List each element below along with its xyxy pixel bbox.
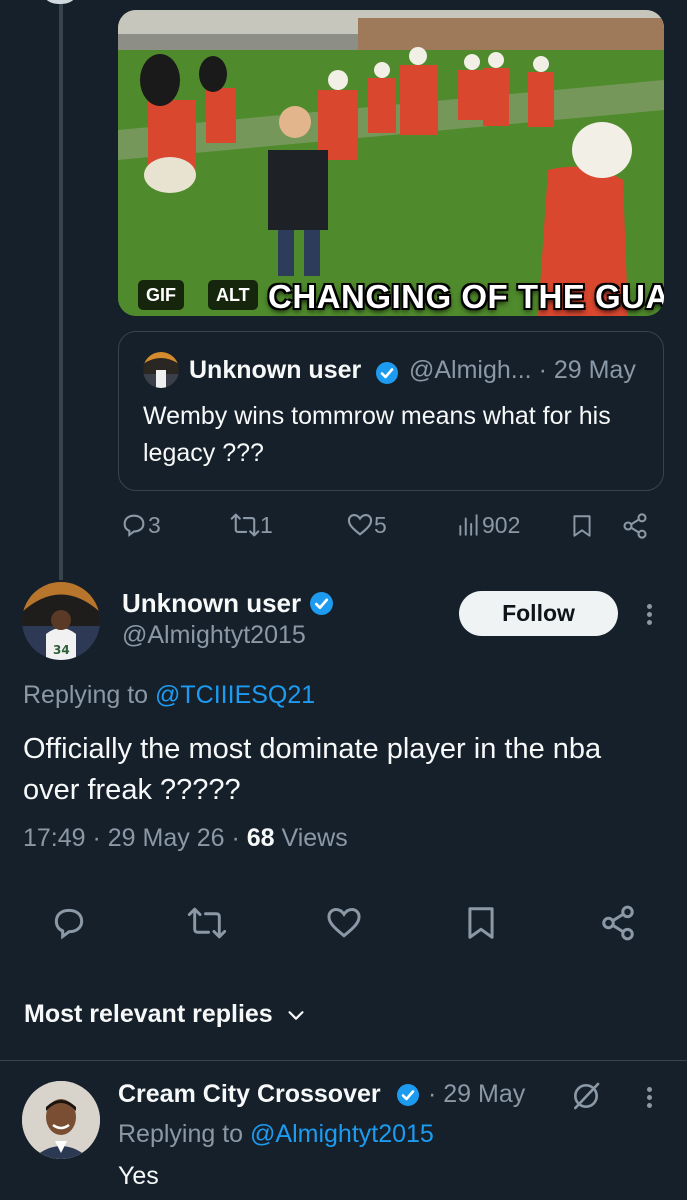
- reply-count: 3: [148, 511, 161, 538]
- reply-icon: [54, 908, 84, 940]
- like-button[interactable]: 5: [346, 511, 387, 539]
- main-repost-button[interactable]: [187, 904, 227, 947]
- views-icon: [459, 514, 478, 536]
- verified-badge-icon: [309, 591, 334, 621]
- reply-button[interactable]: 3: [120, 511, 161, 539]
- verified-badge-icon: [375, 361, 399, 390]
- reply-author-name[interactable]: Cream City Crossover: [118, 1080, 381, 1109]
- tweet-views-label: Views: [274, 824, 348, 852]
- gif-media[interactable]: CHANGING OF THE GUARD! GIF ALT: [118, 10, 664, 316]
- bookmark-button[interactable]: [569, 512, 595, 540]
- views-count: 902: [482, 511, 521, 538]
- quoted-author-name[interactable]: Unknown user: [189, 356, 361, 385]
- main-bookmark-button[interactable]: [462, 904, 500, 947]
- more-icon[interactable]: [642, 601, 656, 628]
- like-icon: [347, 514, 373, 536]
- tweet-time-date[interactable]: 17:49 · 29 May 26 ·: [23, 824, 247, 852]
- reply-text: Yes: [118, 1162, 159, 1190]
- repost-icon: [230, 513, 260, 537]
- tweet-meta: 17:49 · 29 May 26 · 68 Views: [23, 824, 348, 853]
- reply-icon: [123, 514, 145, 538]
- main-share-button[interactable]: [599, 904, 637, 947]
- gif-frame-illustration: [118, 10, 664, 316]
- alt-badge[interactable]: ALT: [208, 280, 258, 310]
- repost-count: 1: [260, 511, 273, 538]
- divider: [0, 1060, 687, 1061]
- author-handle[interactable]: @Almightyt2015: [122, 621, 306, 650]
- chevron-down-icon: [288, 1010, 304, 1020]
- like-count: 5: [374, 511, 387, 538]
- replying-handle-link[interactable]: @TCIIIESQ21: [155, 681, 315, 709]
- share-icon: [602, 905, 634, 941]
- repost-icon: [187, 907, 227, 939]
- sort-label: Most relevant replies: [24, 1000, 273, 1028]
- bookmark-icon: [573, 515, 591, 537]
- quoted-handle-date: @Almigh... · 29 May: [409, 356, 636, 384]
- svg-text:34: 34: [53, 643, 70, 657]
- grok-icon[interactable]: [570, 1080, 602, 1117]
- repost-button[interactable]: 1: [230, 511, 273, 539]
- quoted-tweet-text: Wemby wins tommrow means what for his le…: [143, 402, 611, 467]
- reply-date[interactable]: · 29 May: [428, 1080, 525, 1109]
- author-avatar[interactable]: 34: [22, 582, 100, 660]
- reply-replying-handle-link[interactable]: @Almightyt2015: [250, 1120, 434, 1148]
- reply-author-avatar[interactable]: [22, 1081, 100, 1159]
- bookmark-icon: [468, 907, 494, 939]
- views-button[interactable]: 902: [456, 511, 520, 539]
- follow-button[interactable]: Follow: [459, 591, 618, 636]
- quoted-tweet-card[interactable]: Unknown user @Almigh... · 29 May Wemby w…: [118, 331, 664, 491]
- tweet-text: Officially the most dominate player in t…: [23, 733, 602, 806]
- main-reply-button[interactable]: [50, 904, 88, 947]
- reply-replying-prefix: Replying to: [118, 1120, 244, 1148]
- reply-more-icon[interactable]: [642, 1084, 656, 1111]
- verified-badge-icon: [396, 1083, 420, 1112]
- replying-to: Replying to @TCIIIESQ21: [23, 681, 315, 710]
- main-like-button[interactable]: [325, 904, 363, 947]
- share-button[interactable]: [621, 512, 649, 540]
- previous-avatar[interactable]: [40, 0, 80, 4]
- like-icon: [327, 908, 361, 938]
- quoted-avatar[interactable]: [143, 352, 179, 388]
- author-name[interactable]: Unknown user: [122, 588, 301, 619]
- share-icon: [623, 513, 647, 539]
- gif-badge: GIF: [138, 280, 184, 310]
- gif-caption: CHANGING OF THE GUARD!: [268, 278, 664, 315]
- replying-prefix: Replying to: [23, 681, 149, 709]
- tweet-views-count: 68: [246, 824, 275, 852]
- thread-connector-line: [59, 0, 63, 580]
- reply-replying-to: Replying to @Almightyt2015: [118, 1120, 434, 1149]
- reply-sort-dropdown[interactable]: Most relevant replies: [24, 1000, 307, 1029]
